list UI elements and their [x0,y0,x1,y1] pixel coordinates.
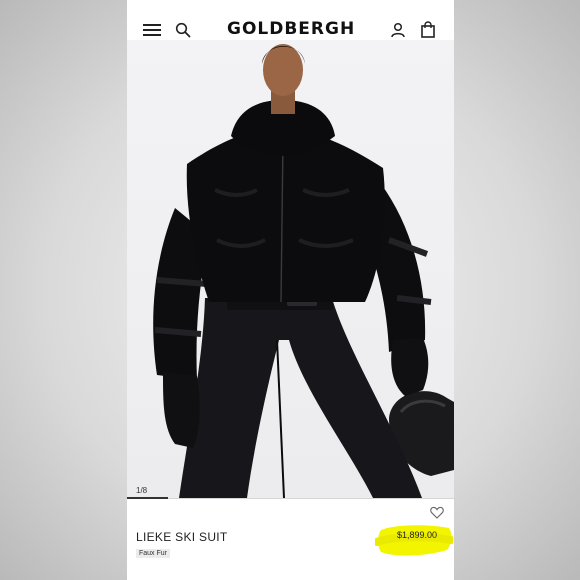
heart-icon[interactable] [430,506,444,519]
user-account-icon[interactable] [390,22,406,38]
shopping-bag-icon[interactable] [420,21,436,38]
product-price: $1,899.00 [397,530,438,540]
search-icon[interactable] [175,22,191,38]
product-title: LIEKE SKI SUIT [136,530,228,544]
material-tag: Faux Fur [136,549,171,558]
brand-logo[interactable]: GOLDBERGH [227,19,354,39]
price-highlight-mark [375,525,453,556]
hamburger-menu-icon[interactable] [143,24,161,36]
gallery-progress [127,497,454,499]
gallery-progress-fill [127,497,168,499]
product-image[interactable] [127,40,454,498]
product-page: GOLDBERGH 1/8 LIEKE SKI SUIT $1,899.00 F… [127,0,454,580]
image-counter: 1/8 [136,486,148,495]
model-photo-illustration [153,44,454,498]
